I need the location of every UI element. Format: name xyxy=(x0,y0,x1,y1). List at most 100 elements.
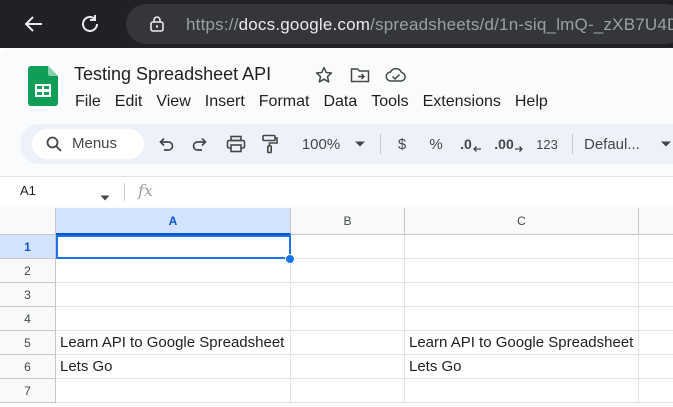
formula-input[interactable] xyxy=(166,181,666,203)
reload-button[interactable] xyxy=(74,8,106,40)
formula-divider xyxy=(124,183,125,201)
undo-icon xyxy=(159,137,174,151)
row-header-7[interactable]: 7 xyxy=(0,379,56,403)
row-header-5[interactable]: 5 xyxy=(0,331,56,355)
toolbar: Menus 100% $ % .0 .00 123 Defaul... xyxy=(20,124,673,164)
row-header-3[interactable]: 3 xyxy=(0,283,56,307)
document-title[interactable]: Testing Spreadsheet API xyxy=(74,64,271,85)
sheets-app: Testing Spreadsheet API File Edit View I… xyxy=(0,48,673,407)
select-all-corner[interactable] xyxy=(0,208,56,235)
search-icon xyxy=(46,136,62,157)
column-header-b[interactable]: B xyxy=(291,208,405,235)
decrease-decimal-label: .0 xyxy=(460,136,472,152)
font-family-select[interactable]: Defaul... xyxy=(584,130,650,158)
menu-bar: File Edit View Insert Format Data Tools … xyxy=(68,91,555,113)
cell-a7[interactable] xyxy=(56,379,291,403)
cell-c3[interactable] xyxy=(405,283,639,307)
menus-search-button[interactable]: Menus xyxy=(32,129,144,159)
cell-c7[interactable] xyxy=(405,379,639,403)
reload-icon xyxy=(82,15,98,32)
cell-b4[interactable] xyxy=(291,307,405,331)
zoom-value[interactable]: 100% xyxy=(296,130,346,158)
font-dropdown-icon[interactable] xyxy=(658,130,673,158)
name-box-dropdown-icon[interactable] xyxy=(100,188,110,206)
paint-format-icon xyxy=(262,134,278,154)
percent-format-button[interactable]: % xyxy=(426,130,446,158)
zoom-dropdown-icon[interactable] xyxy=(352,130,368,158)
menu-extensions[interactable]: Extensions xyxy=(416,91,508,113)
move-folder-icon[interactable] xyxy=(349,64,371,86)
site-info-icon[interactable] xyxy=(148,15,166,38)
cell-a4[interactable] xyxy=(56,307,291,331)
cell-b7[interactable] xyxy=(291,379,405,403)
cell-b3[interactable] xyxy=(291,283,405,307)
cell-b2[interactable] xyxy=(291,259,405,283)
toolbar-divider xyxy=(572,134,573,154)
menu-file[interactable]: File xyxy=(68,91,108,113)
cell-a5[interactable]: Learn API to Google Spreadsheet xyxy=(56,331,291,355)
menus-search-label: Menus xyxy=(72,135,118,152)
toolbar-divider xyxy=(380,134,381,154)
redo-button[interactable] xyxy=(188,130,212,158)
menu-insert[interactable]: Insert xyxy=(198,91,252,113)
row-header-2[interactable]: 2 xyxy=(0,259,56,283)
arrow-left-icon xyxy=(472,146,481,152)
active-cell-selection xyxy=(56,235,291,259)
cell-b5[interactable] xyxy=(291,331,405,355)
print-icon xyxy=(226,135,246,153)
cloud-status-icon[interactable] xyxy=(385,64,407,86)
fill-handle[interactable] xyxy=(285,254,295,264)
column-header-a[interactable]: A xyxy=(56,208,291,235)
back-arrow-icon xyxy=(24,16,42,32)
cell-d5[interactable] xyxy=(639,331,673,355)
formula-bar: A1 fx xyxy=(0,176,673,206)
menu-data[interactable]: Data xyxy=(316,91,364,113)
address-bar[interactable]: https://docs.google.com/spreadsheets/d/1… xyxy=(126,4,673,44)
cell-b1[interactable] xyxy=(291,235,405,259)
row-header-4[interactable]: 4 xyxy=(0,307,56,331)
cell-c4[interactable] xyxy=(405,307,639,331)
menu-view[interactable]: View xyxy=(149,91,197,113)
star-icon[interactable] xyxy=(313,64,335,86)
cell-d1[interactable] xyxy=(639,235,673,259)
row-header-1[interactable]: 1 xyxy=(0,235,56,259)
url-scheme: https:// xyxy=(186,15,239,34)
cell-d3[interactable] xyxy=(639,283,673,307)
cell-c1[interactable] xyxy=(405,235,639,259)
back-button[interactable] xyxy=(18,8,50,40)
decrease-decimal-button[interactable]: .0 xyxy=(458,130,484,158)
browser-chrome: https://docs.google.com/spreadsheets/d/1… xyxy=(0,0,673,48)
url-host: docs.google.com xyxy=(238,15,371,34)
cell-b6[interactable] xyxy=(291,355,405,379)
cell-c5[interactable]: Learn API to Google Spreadsheet xyxy=(405,331,639,355)
fx-icon: fx xyxy=(138,181,153,200)
cell-a3[interactable] xyxy=(56,283,291,307)
sheets-logo-icon[interactable] xyxy=(28,66,58,106)
increase-decimal-button[interactable]: .00 xyxy=(494,130,524,158)
number-format-button[interactable]: 123 xyxy=(532,130,562,158)
url-path: /spreadsheets/d/1n-siq_lmQ-_zXB7U4D xyxy=(370,15,673,34)
undo-button[interactable] xyxy=(154,130,178,158)
arrow-right-icon xyxy=(514,146,523,152)
print-button[interactable] xyxy=(224,130,248,158)
cell-d2[interactable] xyxy=(639,259,673,283)
column-header-c[interactable]: C xyxy=(405,208,639,235)
spreadsheet-grid: A B C 1 2 3 4 5 6 7 Learn API to Google … xyxy=(0,208,673,407)
menu-help[interactable]: Help xyxy=(508,91,555,113)
cell-c2[interactable] xyxy=(405,259,639,283)
menu-edit[interactable]: Edit xyxy=(108,91,150,113)
menu-tools[interactable]: Tools xyxy=(364,91,415,113)
paint-format-button[interactable] xyxy=(258,130,282,158)
menu-format[interactable]: Format xyxy=(252,91,317,113)
cell-d6[interactable] xyxy=(639,355,673,379)
column-header-d[interactable] xyxy=(639,208,673,235)
cell-a2[interactable] xyxy=(56,259,291,283)
cell-d7[interactable] xyxy=(639,379,673,403)
cell-c6[interactable]: Lets Go xyxy=(405,355,639,379)
name-box[interactable]: A1 xyxy=(20,183,36,198)
cell-a6[interactable]: Lets Go xyxy=(56,355,291,379)
currency-format-button[interactable]: $ xyxy=(392,130,412,158)
increase-decimal-label: .00 xyxy=(494,136,514,152)
cell-d4[interactable] xyxy=(639,307,673,331)
row-header-6[interactable]: 6 xyxy=(0,355,56,379)
